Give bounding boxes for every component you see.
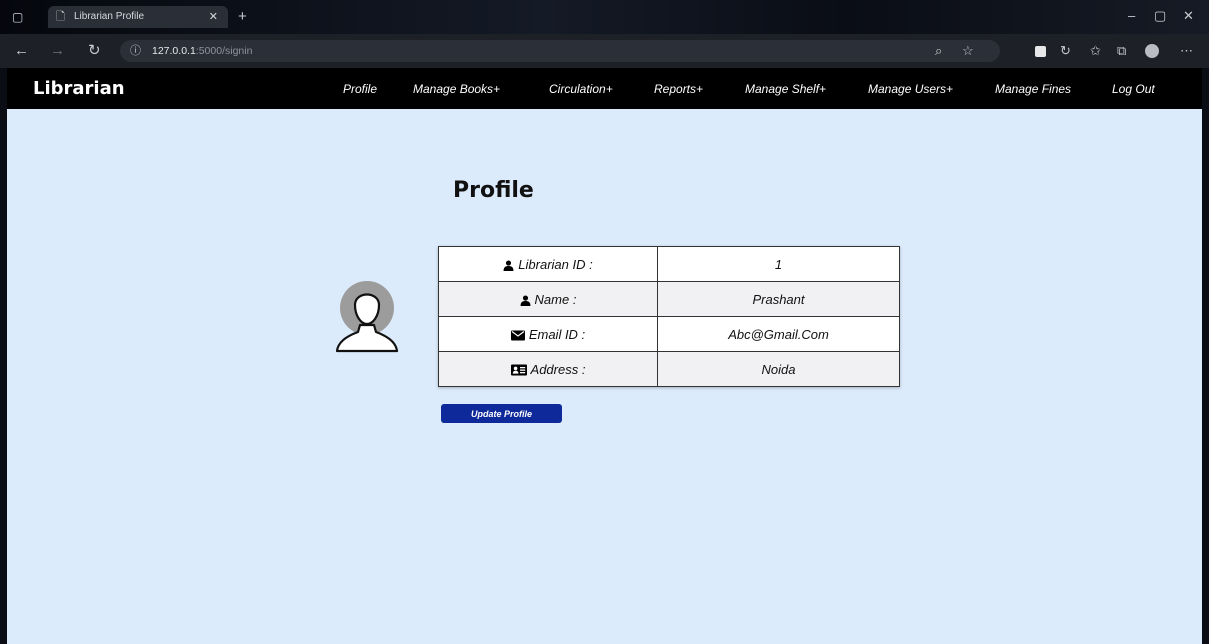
nav-manage-users[interactable]: Manage Users+ [868,68,953,110]
address-label-cell: Address : [438,351,658,387]
tab-title: Librarian Profile [74,11,145,22]
user-icon [503,260,514,271]
new-tab-icon[interactable]: + [238,6,247,28]
url-text: 127.0.0.1:5000/signin [152,45,253,57]
page-title: Profile [453,178,534,203]
favorites-bar-icon[interactable]: ✩ [1090,34,1101,68]
nav-reports[interactable]: Reports+ [654,68,703,110]
envelope-icon [510,330,525,341]
search-icon[interactable]: ⌕ [935,34,942,68]
favorite-icon[interactable]: ☆ [962,34,974,68]
table-row: Address : Noida [438,351,900,387]
address-label: Address : [530,361,586,377]
name-value: Prashant [657,281,900,317]
close-window-icon[interactable]: ✕ [1183,8,1194,24]
nav-profile[interactable]: Profile [343,68,377,110]
extension-icon[interactable] [1035,46,1046,57]
email-label-cell: Email ID : [438,316,658,352]
table-row: Name : Prashant [438,281,900,317]
user-avatar-icon [335,281,399,353]
forward-icon[interactable]: → [50,34,65,68]
refresh-extension-icon[interactable]: ↻ [1060,34,1071,68]
top-navbar: Librarian Profile Manage Books+ Circulat… [7,68,1202,109]
profile-table: Librarian ID : 1 Name : Prashant Email I… [438,246,900,387]
browser-toolbar: ← → ↻ ⓘ 127.0.0.1:5000/signin ⌕ ☆ ↻ ✩ ⧉ … [0,34,1209,68]
table-row: Email ID : Abc@Gmail.Com [438,316,900,352]
update-profile-button[interactable]: Update Profile [441,404,562,423]
nav-circulation[interactable]: Circulation+ [549,68,613,110]
address-card-icon [510,364,527,376]
brand-title[interactable]: Librarian [33,68,125,110]
back-icon[interactable]: ← [14,34,29,68]
browser-tab[interactable]: 🗋 Librarian Profile ✕ [48,6,228,28]
table-row: Librarian ID : 1 [438,246,900,282]
nav-manage-fines[interactable]: Manage Fines [995,68,1071,110]
address-value: Noida [657,351,900,387]
librarian-id-label: Librarian ID : [518,256,593,272]
more-menu-icon[interactable]: ⋯ [1180,34,1193,68]
nav-log-out[interactable]: Log Out [1112,68,1155,110]
address-bar[interactable]: ⓘ 127.0.0.1:5000/signin [120,40,1000,62]
site-info-icon[interactable]: ⓘ [130,40,141,62]
tab-actions-icon[interactable]: ▢ [12,10,23,24]
nav-manage-shelf[interactable]: Manage Shelf+ [745,68,826,110]
page-icon: 🗋 [56,11,65,23]
minimize-icon[interactable]: – [1128,8,1135,23]
close-tab-icon[interactable]: ✕ [209,6,218,28]
nav-manage-books[interactable]: Manage Books+ [413,68,500,110]
collections-icon[interactable]: ⧉ [1117,34,1126,68]
user-icon [520,295,530,306]
librarian-id-label-cell: Librarian ID : [438,246,658,282]
browser-titlebar: ▢ 🗋 Librarian Profile ✕ + – ▢ ✕ [0,0,1209,34]
refresh-icon[interactable]: ↻ [88,34,101,68]
profile-avatar-icon[interactable] [1145,44,1159,58]
page-content: Librarian Profile Manage Books+ Circulat… [7,68,1202,644]
librarian-id-value: 1 [657,246,900,282]
name-label: Name : [534,291,577,307]
maximize-icon[interactable]: ▢ [1154,8,1166,24]
email-value: Abc@Gmail.Com [657,316,900,352]
name-label-cell: Name : [438,281,658,317]
email-label: Email ID : [528,326,586,342]
